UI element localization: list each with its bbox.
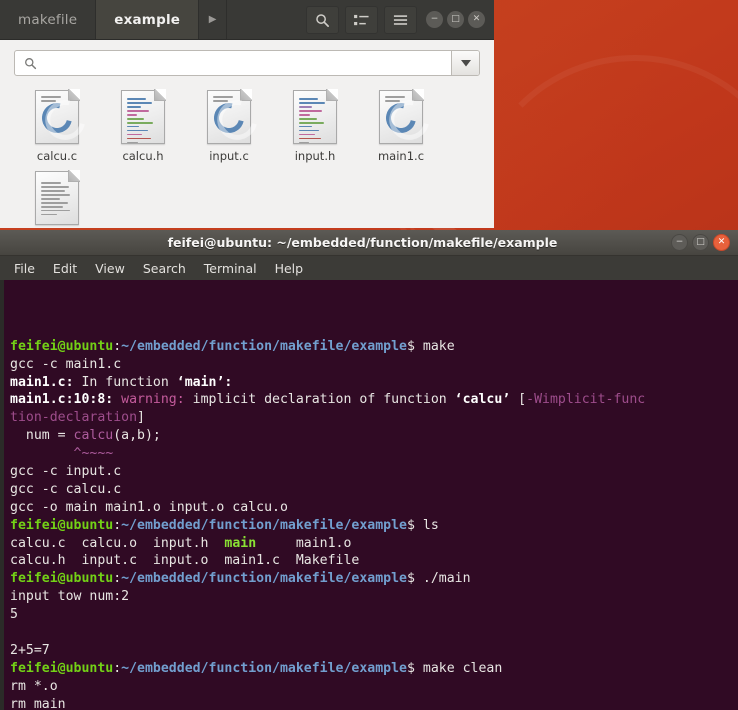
terminal-line: gcc -c input.c xyxy=(10,463,122,479)
maximize-icon: □ xyxy=(451,14,460,24)
file-item[interactable]: calcu.h xyxy=(100,89,186,163)
menu-terminal[interactable]: Terminal xyxy=(204,261,257,276)
terminal-line: gcc -c calcu.c xyxy=(10,481,122,497)
search-button[interactable] xyxy=(306,6,339,34)
terminal-line: feifei@ubuntu:~/embedded/function/makefi… xyxy=(10,571,471,587)
hamburger-menu-button[interactable] xyxy=(384,6,417,34)
maximize-button[interactable]: □ xyxy=(692,234,709,251)
terminal-line: main1.c:10:8: warning: implicit declarat… xyxy=(10,392,646,408)
terminal-title: feifei@ubuntu: ~/embedded/function/makef… xyxy=(167,235,558,250)
terminal-line: num = calcu(a,b); xyxy=(10,428,161,444)
terminal-line: calcu.c calcu.o input.h main main1.o xyxy=(10,535,352,551)
file-manager-window: makefile example ▶ − □ ✕ calcu.c calcu.h… xyxy=(0,0,494,228)
terminal-line: ^~~~~ xyxy=(73,446,114,462)
file-label: main1.c xyxy=(377,149,425,163)
search-bar[interactable] xyxy=(14,50,480,76)
c-header-file-icon xyxy=(121,89,166,144)
headerbar-spacer xyxy=(227,0,303,39)
minimize-button[interactable]: − xyxy=(671,234,688,251)
close-icon: ✕ xyxy=(472,14,481,24)
file-label: input.h xyxy=(294,149,336,163)
maximize-icon: □ xyxy=(696,237,705,247)
terminal-line: input tow num:2 xyxy=(10,589,130,605)
terminal-line: gcc -c main1.c xyxy=(10,356,122,372)
menu-file[interactable]: File xyxy=(14,261,35,276)
close-icon: ✕ xyxy=(717,237,726,247)
file-item[interactable]: main1.c xyxy=(358,89,444,163)
file-manager-headerbar: makefile example ▶ − □ ✕ xyxy=(0,0,494,40)
search-icon xyxy=(15,51,45,75)
terminal-window-controls: − □ ✕ xyxy=(669,234,738,251)
c-source-file-icon xyxy=(207,89,252,144)
terminal-line: 2+5=7 xyxy=(10,642,50,658)
screen: makefile example ▶ − □ ✕ calcu.c calcu.h… xyxy=(0,0,738,710)
terminal-output[interactable]: feifei@ubuntu:~/embedded/function/makefi… xyxy=(0,280,738,710)
menu-search[interactable]: Search xyxy=(143,261,186,276)
terminal-line: main1.c: In function ‘main’: xyxy=(10,374,233,390)
terminal-titlebar: feifei@ubuntu: ~/embedded/function/makef… xyxy=(0,230,738,256)
file-item[interactable]: Makefile xyxy=(14,170,100,228)
terminal-line: rm *.o xyxy=(10,678,58,694)
terminal-menubar: File Edit View Search Terminal Help xyxy=(0,256,738,280)
file-label: calcu.h xyxy=(122,149,164,163)
file-item[interactable]: input.c xyxy=(186,89,272,163)
minimize-icon: − xyxy=(430,14,439,24)
tab-example[interactable]: example xyxy=(96,0,200,39)
terminal-line: rm main xyxy=(10,696,66,710)
terminal-line-list: feifei@ubuntu:~/embedded/function/makefi… xyxy=(10,338,738,710)
chevron-down-icon xyxy=(460,59,471,66)
terminal-left-edge xyxy=(0,280,4,710)
menu-edit[interactable]: Edit xyxy=(53,261,77,276)
close-button[interactable]: ✕ xyxy=(468,11,485,28)
tab-label: makefile xyxy=(18,11,78,28)
terminal-line: feifei@ubuntu:~/embedded/function/makefi… xyxy=(10,517,439,533)
chevron-right-icon[interactable]: ▶ xyxy=(199,0,228,39)
terminal-line: calcu.h input.c input.o main1.c Makefile xyxy=(10,553,360,569)
minimize-button[interactable]: − xyxy=(426,11,443,28)
c-source-file-icon xyxy=(379,89,424,144)
view-list-icon xyxy=(354,14,369,25)
file-manager-body: calcu.c calcu.h input.c input.h main1.c xyxy=(0,40,494,228)
text-file-icon xyxy=(35,170,80,225)
terminal-line: gcc -o main main1.o input.o calcu.o xyxy=(10,499,288,515)
minimize-icon: − xyxy=(675,237,684,247)
file-label: calcu.c xyxy=(36,149,78,163)
terminal-window: feifei@ubuntu: ~/embedded/function/makef… xyxy=(0,230,738,710)
c-source-file-icon xyxy=(35,89,80,144)
file-manager-window-controls: − □ ✕ xyxy=(420,0,494,39)
file-grid: calcu.c calcu.h input.c input.h main1.c xyxy=(14,89,480,228)
search-dropdown-button[interactable] xyxy=(451,51,479,75)
terminal-line: feifei@ubuntu:~/embedded/function/makefi… xyxy=(10,338,455,354)
search-icon xyxy=(316,13,329,27)
menu-view[interactable]: View xyxy=(95,261,125,276)
close-button[interactable]: ✕ xyxy=(713,234,730,251)
file-label: input.c xyxy=(209,149,249,163)
c-header-file-icon xyxy=(293,89,338,144)
menu-help[interactable]: Help xyxy=(275,261,304,276)
tab-label: example xyxy=(114,11,181,28)
tab-makefile[interactable]: makefile xyxy=(0,0,97,39)
terminal-line: tion-declaration] xyxy=(10,410,145,426)
terminal-line: 5 xyxy=(10,607,18,623)
hamburger-menu-icon xyxy=(393,15,408,25)
maximize-button[interactable]: □ xyxy=(447,11,464,28)
search-input[interactable] xyxy=(45,51,451,75)
view-list-button[interactable] xyxy=(345,6,378,34)
terminal-line: feifei@ubuntu:~/embedded/function/makefi… xyxy=(10,660,503,676)
file-item[interactable]: calcu.c xyxy=(14,89,100,163)
file-item[interactable]: input.h xyxy=(272,89,358,163)
